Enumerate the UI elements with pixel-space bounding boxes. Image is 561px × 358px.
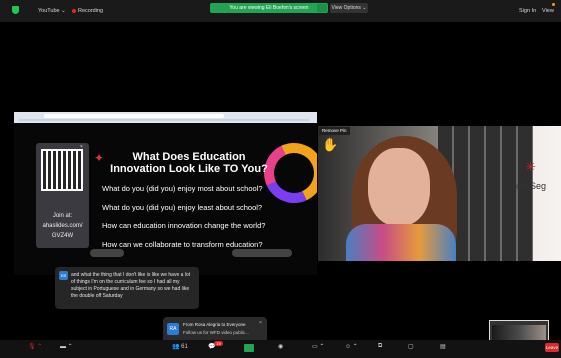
porto-logo-icon: ✳: [525, 159, 536, 174]
slide-title: What Does Education Innovation Look Like…: [104, 151, 274, 175]
join-code: GVZ4W: [51, 233, 74, 239]
recording-dot-icon: [72, 9, 76, 13]
chat-avatar: RA: [167, 323, 179, 335]
caption-text: and what the thing that I don't like is …: [71, 272, 191, 299]
screen-share-banner: You are viewing Eli Boehm's screen: [210, 3, 328, 13]
participants-button[interactable]: 👥 61: [172, 343, 188, 350]
notification-dot-icon: [552, 3, 555, 6]
microphone-muted-icon[interactable]: 🎙 ⌃: [28, 343, 42, 350]
whiteboard-icon[interactable]: ▢: [408, 343, 414, 350]
sign-in-button[interactable]: Sign In: [519, 8, 536, 14]
chat-from: From Rosa Alegria to Everyone: [183, 322, 246, 327]
participant-video: ✳ Porto Seg: [318, 126, 561, 261]
share-stop-icon[interactable]: [317, 4, 327, 12]
caption-avatar: EB: [59, 271, 68, 280]
recording-label: Recording: [78, 8, 104, 14]
slide-question-2: What do you (did you) enjoy least about …: [102, 203, 263, 212]
chat-badge: 19: [214, 341, 223, 346]
remove-pin-button[interactable]: Remove Pin: [319, 127, 350, 135]
apps-icon[interactable]: ⧉: [378, 343, 382, 350]
slide-title-line1: What Does Education: [132, 151, 246, 163]
porto-name: Porto Seg: [506, 181, 547, 191]
shared-browser-bar: [14, 112, 317, 123]
raised-hand-icon: ✋: [322, 137, 339, 152]
reactions-icon[interactable]: ☺ ⌃: [345, 343, 358, 350]
join-label: Join at:: [52, 213, 73, 219]
participants-count: 61: [181, 344, 188, 350]
camera-icon[interactable]: ▬ ⌃: [60, 343, 73, 350]
notes-icon[interactable]: ▤: [440, 343, 446, 350]
app-menu[interactable]: YouTube ⌄: [38, 8, 66, 14]
slide-question-3: How can education innovation change the …: [102, 221, 266, 230]
person-body: [346, 224, 456, 261]
bookmarks-bar: [19, 119, 309, 121]
join-panel: × Join at: ahaslides.com/ GVZ4W: [36, 143, 89, 248]
leave-button[interactable]: Leave: [545, 343, 559, 352]
qr-code: [41, 149, 83, 191]
share-screen-icon[interactable]: [244, 344, 254, 352]
slide-question-4: How can we collaborate to transform educ…: [102, 240, 263, 249]
slide-question-1: What do you (did you) enjoy most about s…: [102, 184, 263, 193]
slide-tool-controls[interactable]: [232, 249, 292, 257]
person-face: [368, 148, 430, 226]
close-icon[interactable]: ×: [259, 320, 262, 326]
participants-icon: 👥: [172, 344, 180, 350]
view-button[interactable]: View: [542, 8, 554, 14]
slide-title-line2: Innovation Look Like TO You?: [110, 163, 268, 175]
sparkle-icon: ✦: [94, 151, 105, 165]
record-icon[interactable]: ◉: [278, 343, 283, 350]
join-site: ahaslides.com/: [42, 223, 83, 229]
captions-icon[interactable]: ▭ ⌃: [312, 343, 324, 350]
address-bar: [44, 114, 224, 118]
security-shield-icon[interactable]: [12, 6, 19, 14]
chat-message: Follow us for WFD video public...: [183, 330, 249, 335]
live-caption: EB and what the thing that I don't like …: [55, 267, 199, 309]
slide-nav-controls[interactable]: [90, 249, 124, 257]
view-options-button[interactable]: View Options ⌄: [330, 3, 368, 13]
